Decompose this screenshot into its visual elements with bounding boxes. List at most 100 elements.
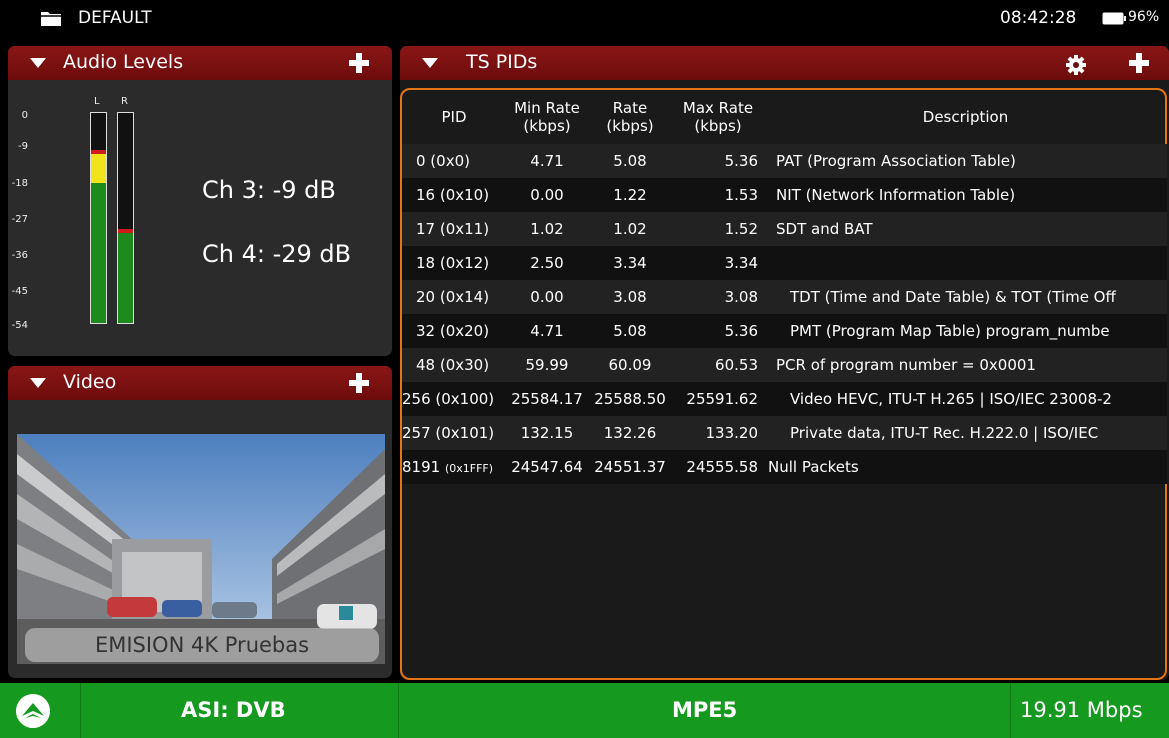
min-rate-cell: 132.15 xyxy=(506,416,588,450)
add-icon[interactable] xyxy=(1128,52,1150,74)
table-row[interactable]: 256 (0x100) 25584.17 25588.50 25591.62 V… xyxy=(402,382,1167,416)
bitrate-readout: 19.91 Mbps xyxy=(1020,698,1143,722)
table-row[interactable]: 48 (0x30) 59.99 60.09 60.53 PCR of progr… xyxy=(402,348,1167,382)
column-header-description[interactable]: Description xyxy=(764,90,1167,144)
table-row[interactable]: 8191 (0x1FFF) 24547.64 24551.37 24555.58… xyxy=(402,450,1167,484)
meter-green-fill xyxy=(118,233,133,323)
min-rate-cell: 4.71 xyxy=(506,314,588,348)
column-header-rate[interactable]: Rate (kbps) xyxy=(588,90,672,144)
description-cell xyxy=(764,246,1167,280)
video-header[interactable]: Video xyxy=(8,366,392,400)
max-rate-cell: 1.53 xyxy=(672,178,764,212)
right-channel-label: R xyxy=(121,96,128,107)
meter-left xyxy=(90,112,107,324)
table-row[interactable]: 17 (0x11) 1.02 1.02 1.52 SDT and BAT xyxy=(402,212,1167,246)
description-cell: SDT and BAT xyxy=(764,212,1167,246)
status-bar: DEFAULT 08:42:28 96% xyxy=(0,0,1169,38)
left-channel-label: L xyxy=(94,96,100,107)
battery-icon xyxy=(1102,12,1126,25)
audio-levels-header[interactable]: Audio Levels xyxy=(8,46,392,80)
ts-pids-header[interactable]: TS PIDs xyxy=(400,46,1169,80)
pid-cell: 8191 (0x1FFF) xyxy=(402,450,506,484)
panel-title: Video xyxy=(63,371,117,393)
column-header-min-rate[interactable]: Min Rate (kbps) xyxy=(506,90,588,144)
min-rate-cell: 0.00 xyxy=(506,280,588,314)
meter-green-fill xyxy=(91,183,106,323)
min-rate-cell: 25584.17 xyxy=(506,382,588,416)
min-rate-cell: 4.71 xyxy=(506,144,588,178)
table-row[interactable]: 16 (0x10) 0.00 1.22 1.53 NIT (Network In… xyxy=(402,178,1167,212)
description-cell: TDT (Time and Date Table) & TOT (Time Of… xyxy=(764,280,1167,314)
battery-percent: 96% xyxy=(1128,9,1160,25)
pid-hex: (0x1FFF) xyxy=(444,462,494,475)
description-cell: NIT (Network Information Table) xyxy=(764,178,1167,212)
pid-cell: 20 (0x14) xyxy=(402,280,506,314)
scale-tick: -9 xyxy=(18,141,28,152)
table-row[interactable]: 18 (0x12) 2.50 3.34 3.34 xyxy=(402,246,1167,280)
column-header-max-rate[interactable]: Max Rate (kbps) xyxy=(672,90,764,144)
pid-cell: 18 (0x12) xyxy=(402,246,506,280)
rate-cell: 5.08 xyxy=(588,144,672,178)
min-rate-cell: 1.02 xyxy=(506,212,588,246)
input-label: ASI: DVB xyxy=(181,698,286,722)
max-rate-cell: 1.52 xyxy=(672,212,764,246)
column-header-pid[interactable]: PID xyxy=(402,90,506,144)
pid-cell: 32 (0x20) xyxy=(402,314,506,348)
folder-icon[interactable] xyxy=(40,9,62,27)
scale-tick: 0 xyxy=(21,110,28,121)
table-row[interactable]: 0 (0x0) 4.71 5.08 5.36 PAT (Program Asso… xyxy=(402,144,1167,178)
description-cell: PCR of program number = 0x0001 xyxy=(764,348,1167,382)
meter-yellow-fill xyxy=(91,154,106,183)
bottom-status-bar xyxy=(0,683,1169,738)
description-cell: Video HEVC, ITU-T H.265 | ISO/IEC 23008-… xyxy=(764,382,1167,416)
rate-cell: 1.22 xyxy=(588,178,672,212)
pid-cell: 256 (0x100) xyxy=(402,382,506,416)
max-rate-cell: 5.36 xyxy=(672,314,764,348)
video-caption: EMISION 4K Pruebas xyxy=(25,628,379,662)
min-rate-cell: 59.99 xyxy=(506,348,588,382)
rate-cell: 3.34 xyxy=(588,246,672,280)
rate-cell: 24551.37 xyxy=(588,450,672,484)
min-rate-cell: 2.50 xyxy=(506,246,588,280)
table-row[interactable]: 32 (0x20) 4.71 5.08 5.36 PMT (Program Ma… xyxy=(402,314,1167,348)
table-row[interactable]: 257 (0x101) 132.15 132.26 133.20 Private… xyxy=(402,416,1167,450)
ts-pids-table: PID Min Rate (kbps) Rate (kbps) Max Rate (k… xyxy=(402,90,1167,484)
pid-cell: 0 (0x0) xyxy=(402,144,506,178)
max-rate-cell: 5.36 xyxy=(672,144,764,178)
panel-title: TS PIDs xyxy=(466,51,538,73)
pid-number: 8191 xyxy=(402,458,441,476)
collapse-caret-icon[interactable] xyxy=(30,378,46,388)
min-rate-cell: 24547.64 xyxy=(506,450,588,484)
channel-3-level: Ch 3: -9 dB xyxy=(202,176,336,204)
profile-name[interactable]: DEFAULT xyxy=(78,8,152,28)
description-cell: Private data, ITU-T Rec. H.222.0 | ISO/I… xyxy=(764,416,1167,450)
max-rate-cell: 25591.62 xyxy=(672,382,764,416)
collapse-caret-icon[interactable] xyxy=(30,58,46,68)
rate-cell: 132.26 xyxy=(588,416,672,450)
clock: 08:42:28 xyxy=(1000,8,1077,28)
gear-icon[interactable] xyxy=(1066,55,1086,75)
scale-tick: -36 xyxy=(11,250,28,261)
max-rate-cell: 24555.58 xyxy=(672,450,764,484)
description-cell: PAT (Program Association Table) xyxy=(764,144,1167,178)
mode-label: MPE5 xyxy=(672,698,738,722)
max-rate-cell: 60.53 xyxy=(672,348,764,382)
scale-tick: -27 xyxy=(11,214,28,225)
scale-tick: -45 xyxy=(11,286,28,297)
pid-cell: 257 (0x101) xyxy=(402,416,506,450)
rate-cell: 3.08 xyxy=(588,280,672,314)
add-icon[interactable] xyxy=(348,372,370,394)
max-rate-cell: 133.20 xyxy=(672,416,764,450)
rate-cell: 60.09 xyxy=(588,348,672,382)
meter-right xyxy=(117,112,134,324)
home-logo-icon[interactable] xyxy=(16,694,50,728)
table-row[interactable]: 20 (0x14) 0.00 3.08 3.08 TDT (Time and D… xyxy=(402,280,1167,314)
rate-cell: 5.08 xyxy=(588,314,672,348)
add-icon[interactable] xyxy=(348,52,370,74)
rate-cell: 25588.50 xyxy=(588,382,672,416)
scale-tick: -54 xyxy=(11,320,28,331)
max-rate-cell: 3.34 xyxy=(672,246,764,280)
collapse-caret-icon[interactable] xyxy=(422,58,438,68)
pid-cell: 48 (0x30) xyxy=(402,348,506,382)
min-rate-cell: 0.00 xyxy=(506,178,588,212)
